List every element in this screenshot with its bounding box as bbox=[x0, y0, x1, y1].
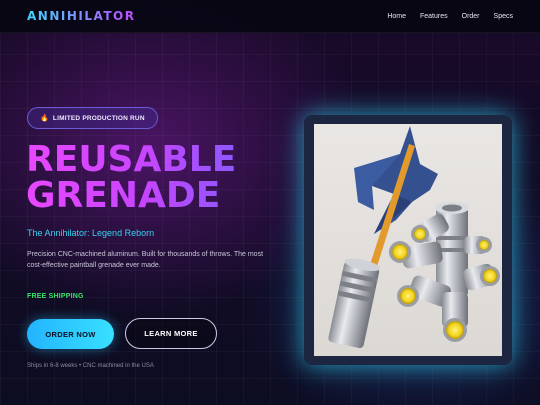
product-image bbox=[314, 124, 502, 356]
hero-headline: REUSABLE GRENADE bbox=[26, 142, 236, 214]
nav-link-order[interactable]: Order bbox=[462, 13, 480, 20]
hero-description: Precision CNC-machined aluminum. Built f… bbox=[27, 251, 264, 269]
nav-links: Home Features Order Specs bbox=[387, 13, 513, 20]
order-now-button[interactable]: ORDER NOW bbox=[27, 319, 114, 349]
headline-line-1: REUSABLE bbox=[26, 139, 237, 180]
shipping-footnote: Ships in 6-8 weeks • CNC machined in the… bbox=[27, 363, 154, 369]
badge-text: LIMITED PRODUCTION RUN bbox=[52, 114, 145, 122]
fire-icon: 🔥 bbox=[40, 115, 49, 122]
product-image-frame bbox=[304, 115, 512, 365]
free-shipping-label: FREE SHIPPING bbox=[27, 293, 84, 300]
top-nav: ANNIHILATOR Home Features Order Specs bbox=[0, 0, 540, 33]
limited-run-badge: 🔥 LIMITED PRODUCTION RUN bbox=[27, 107, 158, 129]
nav-link-home[interactable]: Home bbox=[387, 13, 406, 20]
headline-line-2: GRENADE bbox=[26, 175, 221, 216]
hero-subtitle: The Annihilator: Legend Reborn bbox=[27, 228, 155, 238]
learn-more-button[interactable]: LEARN MORE bbox=[125, 318, 217, 349]
nav-link-specs[interactable]: Specs bbox=[494, 13, 513, 20]
nav-link-features[interactable]: Features bbox=[420, 13, 448, 20]
brand-logo[interactable]: ANNIHILATOR bbox=[27, 9, 135, 23]
landing-page: ANNIHILATOR Home Features Order Specs 🔥 … bbox=[0, 0, 540, 405]
